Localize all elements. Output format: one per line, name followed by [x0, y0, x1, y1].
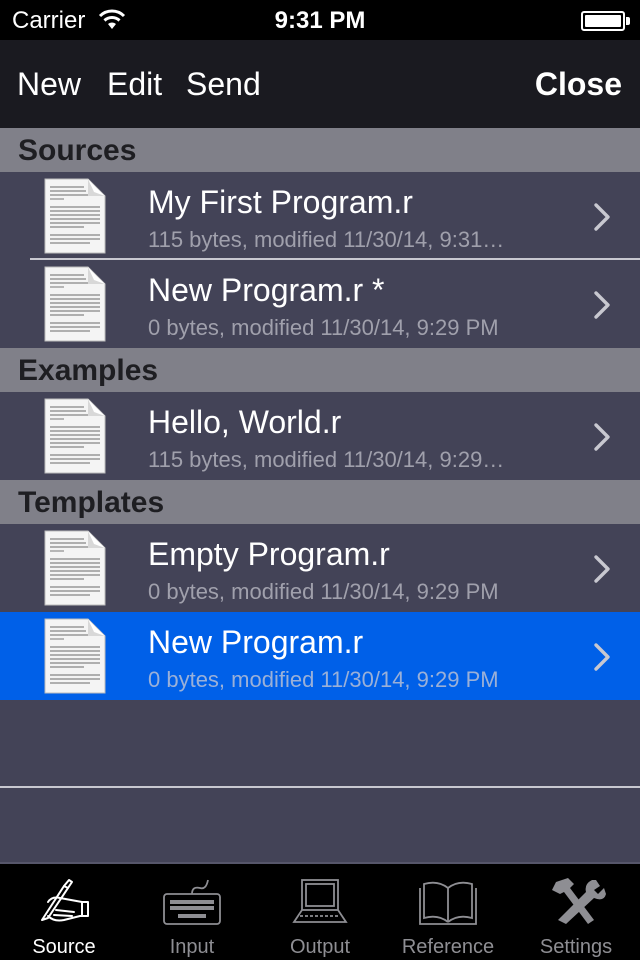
nav-bar: New Edit Send Close	[0, 40, 640, 128]
send-button[interactable]: Send	[186, 66, 261, 103]
file-title: Hello, World.r	[148, 404, 342, 440]
battery-icon	[581, 11, 625, 31]
book-icon	[419, 881, 477, 925]
file-title: My First Program.r	[148, 184, 413, 220]
tab-label: Source	[32, 936, 96, 958]
list-item[interactable]: New Program.r * 0 bytes, modified 11/30/…	[0, 260, 640, 348]
file-title: New Program.r	[148, 624, 364, 660]
list-item[interactable]: Hello, World.r 115 bytes, modified 11/30…	[0, 392, 640, 480]
tab-settings[interactable]: Settings	[512, 864, 640, 960]
tab-bar: Source Input Output Reference Settings	[0, 862, 640, 960]
list-item[interactable]: Empty Program.r 0 bytes, modified 11/30/…	[0, 524, 640, 612]
document-icon	[44, 530, 106, 606]
pen-hand-icon	[41, 879, 89, 922]
status-bar: Carrier 9:31 PM	[0, 0, 640, 40]
document-icon	[44, 618, 106, 694]
document-icon	[44, 178, 106, 254]
list-item-selected[interactable]: New Program.r 0 bytes, modified 11/30/14…	[0, 612, 640, 700]
chevron-right-icon	[592, 422, 612, 452]
chevron-right-icon	[592, 554, 612, 584]
file-title: Empty Program.r	[148, 536, 390, 572]
file-subtitle: 0 bytes, modified 11/30/14, 9:29 PM	[148, 315, 499, 340]
file-subtitle: 0 bytes, modified 11/30/14, 9:29 PM	[148, 667, 499, 692]
new-button[interactable]: New	[17, 66, 81, 103]
tab-label: Reference	[401, 936, 495, 958]
section-header-examples: Examples	[0, 348, 640, 392]
battery-tip	[626, 17, 630, 25]
chevron-right-icon	[592, 642, 612, 672]
file-title: New Program.r *	[148, 272, 385, 308]
file-list[interactable]: Sources My First Program.r 115 bytes, mo…	[0, 128, 640, 862]
computer-icon	[292, 879, 348, 923]
file-subtitle: 115 bytes, modified 11/30/14, 9:31…	[148, 227, 505, 252]
tools-icon	[552, 878, 606, 924]
keyboard-icon	[163, 879, 221, 925]
clock: 9:31 PM	[274, 7, 366, 34]
tab-label: Input	[169, 936, 215, 958]
tab-output[interactable]: Output	[256, 864, 384, 960]
close-button[interactable]: Close	[535, 66, 622, 103]
tab-source[interactable]: Source	[0, 864, 128, 960]
document-icon	[44, 398, 106, 474]
document-icon	[44, 266, 106, 342]
tab-reference[interactable]: Reference	[384, 864, 512, 960]
section-header-templates: Templates	[0, 480, 640, 524]
tab-label: Output	[289, 936, 351, 958]
edit-button[interactable]: Edit	[107, 66, 162, 103]
chevron-right-icon	[592, 290, 612, 320]
chevron-right-icon	[592, 202, 612, 232]
tab-input[interactable]: Input	[128, 864, 256, 960]
tab-label: Settings	[539, 936, 613, 958]
list-item[interactable]: My First Program.r 115 bytes, modified 1…	[0, 172, 640, 260]
list-footer-separator	[0, 786, 640, 788]
file-subtitle: 115 bytes, modified 11/30/14, 9:29…	[148, 447, 505, 472]
file-subtitle: 0 bytes, modified 11/30/14, 9:29 PM	[148, 579, 499, 604]
section-header-sources: Sources	[0, 128, 640, 172]
